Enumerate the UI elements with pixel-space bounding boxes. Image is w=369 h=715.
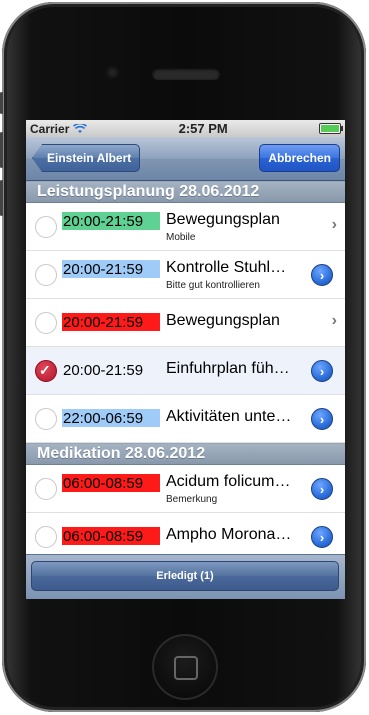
disclosure-button-icon[interactable]: › <box>311 408 333 430</box>
cancel-button[interactable]: Abbrechen <box>259 144 340 172</box>
carrier-label: Carrier <box>30 121 70 136</box>
time-range-label: 06:00-08:59 <box>62 527 160 545</box>
time-range-label: 22:00-06:59 <box>62 409 160 427</box>
time-range-label: 20:00-21:59 <box>63 361 144 379</box>
time-range-label: 20:00-21:59 <box>62 313 160 331</box>
volume-up-button <box>0 132 3 168</box>
back-button[interactable]: Einstein Albert <box>32 144 141 172</box>
unchecked-checkbox-icon[interactable] <box>35 478 57 500</box>
list-item[interactable]: 06:00-08:59 Acidum folicum… Bemerkung › <box>26 465 345 513</box>
list-item[interactable]: 20:00-21:59 Kontrolle Stuhl… Bitte gut kon… <box>26 251 345 299</box>
item-subtitle: Mobile <box>166 232 196 243</box>
list-item[interactable]: ✓ 20:00-21:59 Einfuhrplan füh… › <box>26 347 345 395</box>
mute-switch <box>0 92 3 114</box>
bottom-toolbar: Erledigt (1) <box>26 554 345 599</box>
item-title: Acidum folicum… <box>166 473 291 490</box>
item-title: Einfuhrplan füh… <box>166 360 290 377</box>
disclosure-button-icon[interactable]: › <box>311 526 333 548</box>
checked-checkbox-icon[interactable]: ✓ <box>35 360 57 382</box>
home-button[interactable] <box>152 634 218 700</box>
status-time: 2:57 PM <box>178 121 228 136</box>
list-item[interactable]: 22:00-06:59 Aktivitäten unte… › <box>26 395 345 443</box>
item-title: Aktivitäten unte… <box>166 408 292 425</box>
earpiece-speaker <box>152 68 220 80</box>
list-item[interactable]: 20:00-21:59 Bewegungsplan › <box>26 299 345 347</box>
disclosure-button-icon[interactable]: › <box>311 264 333 286</box>
unchecked-checkbox-icon[interactable] <box>35 264 57 286</box>
unchecked-checkbox-icon[interactable] <box>35 312 57 334</box>
unchecked-checkbox-icon[interactable] <box>35 216 57 238</box>
chevron-right-icon: › <box>331 312 337 329</box>
navigation-bar: Einstein Albert Abbrechen <box>26 137 345 181</box>
item-subtitle: Bemerkung <box>166 494 218 505</box>
list-item[interactable]: 20:00-21:59 Bewegungsplan Mobile › <box>26 203 345 251</box>
wifi-icon <box>73 123 88 133</box>
section-header-leistungsplanung: Leistungsplanung 28.06.2012 <box>26 181 345 203</box>
section-header-medikation: Medikation 28.06.2012 <box>26 443 345 465</box>
time-range-label: 20:00-21:59 <box>62 212 160 230</box>
disclosure-button-icon[interactable]: › <box>311 360 333 382</box>
item-subtitle: Bitte gut kontrollieren <box>166 280 260 291</box>
item-title: Ampho Morona… <box>166 526 292 543</box>
disclosure-button-icon[interactable]: › <box>311 478 333 500</box>
item-title: Bewegungsplan <box>166 211 280 228</box>
front-camera <box>106 66 119 79</box>
volume-down-button <box>0 180 3 216</box>
time-range-label: 06:00-08:59 <box>62 474 160 492</box>
item-title: Bewegungsplan <box>166 312 280 329</box>
done-button[interactable]: Erledigt (1) <box>31 561 339 591</box>
app-screen: Carrier 2:57 PM Einstein Albert Abbreche… <box>26 120 345 599</box>
chevron-right-icon: › <box>331 216 337 233</box>
battery-icon <box>319 123 343 134</box>
time-range-label: 20:00-21:59 <box>62 260 160 278</box>
status-bar: Carrier 2:57 PM <box>26 120 345 137</box>
unchecked-checkbox-icon[interactable] <box>35 526 57 548</box>
item-title: Kontrolle Stuhl… <box>166 259 287 276</box>
home-square-icon <box>174 656 198 680</box>
unchecked-checkbox-icon[interactable] <box>35 408 57 430</box>
